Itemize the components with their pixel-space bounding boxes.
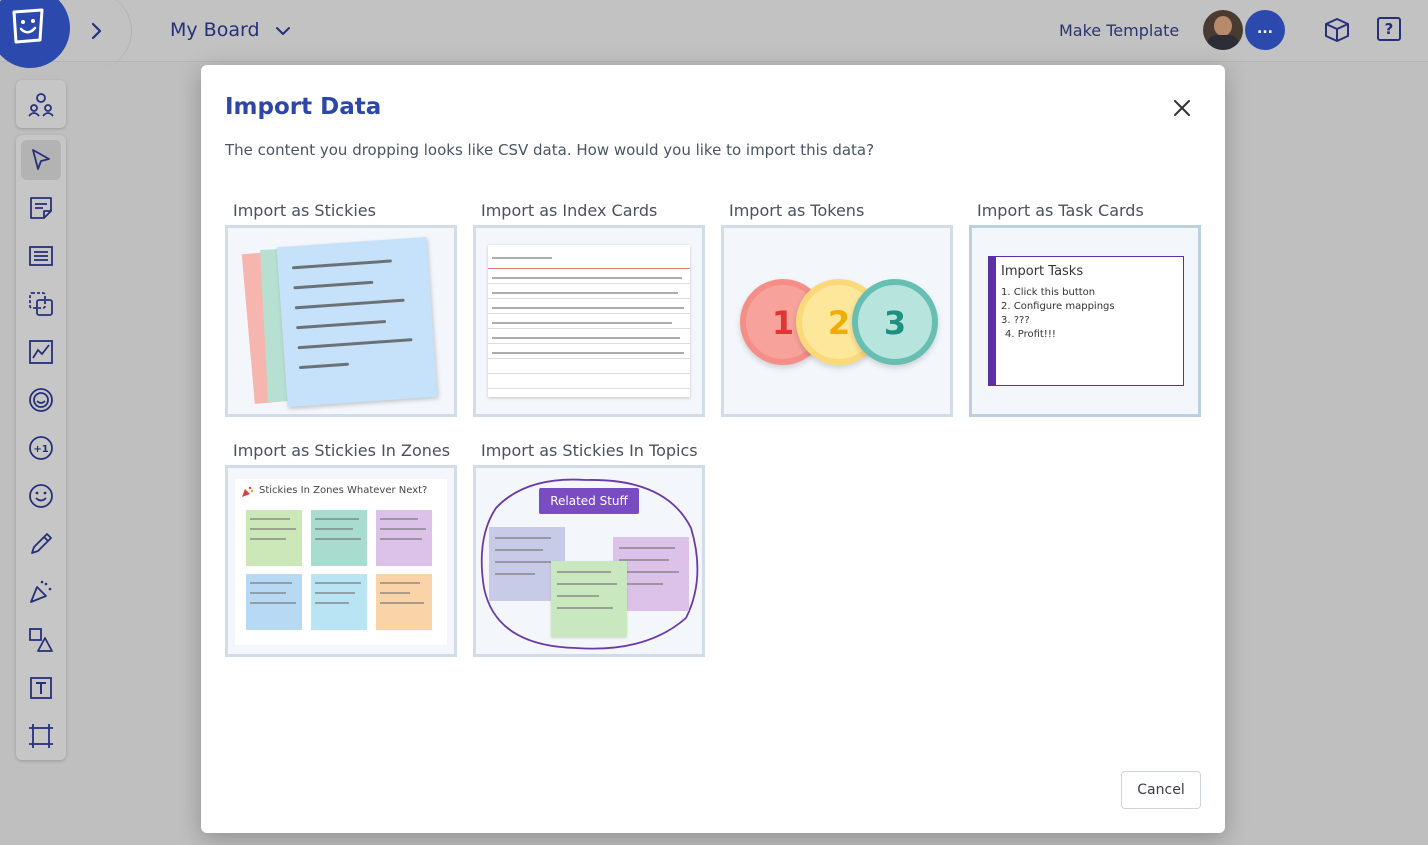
avatar-face (1214, 16, 1232, 36)
topic-label: Related Stuff (539, 488, 639, 514)
preview-task-card: Import Tasks 1. Click this button 2. Con… (988, 256, 1184, 386)
frame-tool[interactable] (21, 716, 61, 756)
pencil-icon (31, 533, 52, 554)
logo-icon (12, 8, 44, 44)
more-users-button[interactable]: ... (1245, 10, 1285, 50)
make-template-button[interactable]: Make Template (1059, 21, 1179, 40)
task-cards-preview: Import Tasks 1. Click this button 2. Con… (969, 225, 1201, 417)
select-tool[interactable] (21, 140, 61, 180)
sticker-tool[interactable] (21, 380, 61, 420)
option-label: Import as Task Cards (977, 201, 1144, 220)
stickies-in-topics-preview: Related Stuff (473, 465, 705, 657)
text-icon (30, 677, 52, 699)
collaborators-tool[interactable] (21, 84, 61, 124)
text-card-tool[interactable] (21, 236, 61, 276)
zone-sticky (376, 574, 432, 630)
import-data-dialog: Import Data The content you dropping loo… (201, 65, 1225, 833)
stack-tool[interactable] (21, 284, 61, 324)
frame-icon (29, 724, 53, 748)
task-line: 3. ??? (1001, 315, 1030, 326)
cube-icon[interactable] (1323, 16, 1351, 44)
task-card-title: Import Tasks (1001, 264, 1084, 279)
index-cards-preview (473, 225, 705, 417)
sticky-note-icon (30, 197, 52, 219)
chart-tool[interactable] (21, 332, 61, 372)
emoji-tool[interactable] (21, 476, 61, 516)
collaborators-toolbar (16, 80, 66, 128)
shapes-icon (29, 628, 53, 652)
sticker-icon (29, 388, 53, 412)
option-label: Import as Stickies In Topics (481, 441, 698, 460)
text-tool[interactable] (21, 668, 61, 708)
vote-tool[interactable]: +1 (21, 428, 61, 468)
preview-zone: Stickies In Zones Whatever Next? (235, 479, 447, 645)
sticky-note-tool[interactable] (21, 188, 61, 228)
dialog-description: The content you dropping looks like CSV … (225, 141, 875, 159)
tools-toolbar: +1 (16, 135, 66, 760)
expand-sidebar-button[interactable] (68, 0, 132, 70)
zone-sticky (246, 574, 302, 630)
shapes-tool[interactable] (21, 620, 61, 660)
task-line: 4. Profit!!! (1005, 329, 1056, 340)
close-icon (1174, 100, 1190, 116)
token-3: 3 (852, 279, 938, 365)
task-line: 1. Click this button (1001, 287, 1096, 298)
party-popper-icon (30, 580, 52, 603)
option-label: Import as Stickies (233, 201, 376, 220)
people-icon (28, 93, 54, 117)
cursor-icon (32, 149, 50, 170)
plus-one-icon: +1 (29, 436, 53, 460)
chart-icon (29, 340, 53, 364)
zone-title: Stickies In Zones Whatever Next? (259, 485, 428, 496)
dialog-title: Import Data (225, 94, 382, 120)
option-label: Import as Index Cards (481, 201, 658, 220)
chevron-down-icon[interactable] (274, 22, 292, 40)
user-avatar[interactable] (1203, 10, 1243, 50)
app-logo[interactable] (0, 0, 70, 68)
stickies-preview (225, 225, 457, 417)
zone-sticky (246, 510, 302, 566)
smiley-icon (29, 484, 53, 508)
pen-tool[interactable] (21, 524, 61, 564)
confetti-tool[interactable] (21, 572, 61, 612)
board-title[interactable]: My Board (170, 19, 260, 41)
avatar-body (1207, 35, 1239, 50)
cancel-button[interactable]: Cancel (1121, 771, 1201, 809)
preview-sticky-blue (276, 236, 438, 408)
preview-index-card (488, 245, 690, 397)
topic-sticky (551, 561, 627, 637)
party-popper-icon (242, 486, 254, 497)
zone-sticky (376, 510, 432, 566)
top-bar: My Board Make Template ... ? (0, 0, 1428, 70)
zone-sticky (311, 574, 367, 630)
stack-icon (29, 292, 53, 316)
zone-sticky (311, 510, 367, 566)
option-label: Import as Stickies In Zones (233, 441, 451, 460)
close-button[interactable] (1169, 95, 1195, 121)
svg-text:+1: +1 (33, 444, 48, 455)
chevron-right-icon (91, 22, 102, 40)
stickies-in-zones-preview: Stickies In Zones Whatever Next? (225, 465, 457, 657)
text-lines-icon (29, 246, 53, 266)
tokens-preview: 1 2 3 (721, 225, 953, 417)
option-label: Import as Tokens (729, 201, 865, 220)
task-line: 2. Configure mappings (1001, 301, 1115, 312)
help-icon[interactable]: ? (1377, 17, 1401, 41)
